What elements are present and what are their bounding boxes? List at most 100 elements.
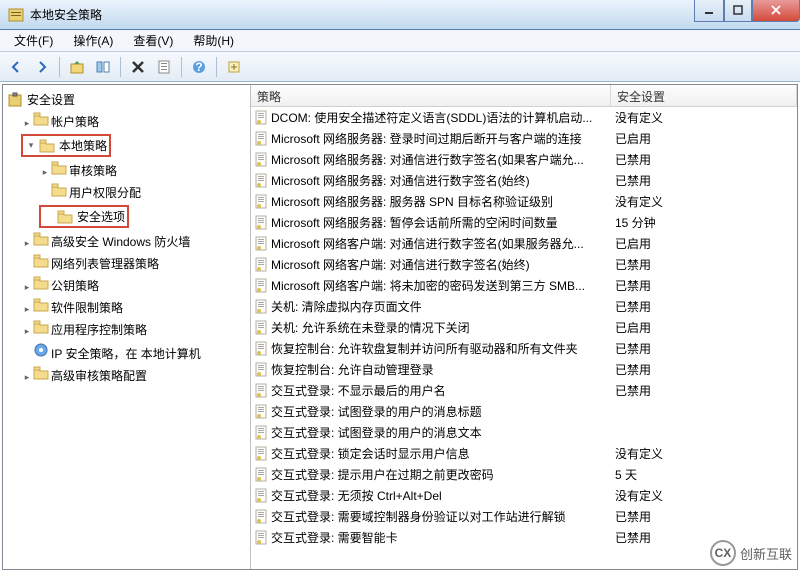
list-row[interactable]: 关机: 清除虚拟内存页面文件已禁用	[251, 296, 797, 317]
folder-icon	[33, 276, 49, 290]
policy-setting: 已启用	[611, 319, 797, 336]
tree-item[interactable]: 网络列表管理器策略	[3, 252, 250, 274]
tree-item[interactable]: ▸应用程序控制策略	[3, 318, 250, 340]
policy-name: 交互式登录: 需要智能卡	[271, 529, 611, 546]
app-icon	[8, 7, 24, 23]
expand-arrow-icon[interactable]: ▸	[21, 282, 33, 294]
toolbar-separator	[181, 57, 182, 77]
policy-setting: 没有定义	[611, 487, 797, 504]
list-header: 策略 安全设置	[251, 85, 797, 107]
tree-item-label: 帐户策略	[51, 115, 99, 129]
expand-arrow-icon[interactable]: ▸	[21, 326, 33, 338]
menu-file[interactable]: 文件(F)	[4, 30, 63, 51]
tree-item[interactable]: ▾本地策略	[3, 132, 250, 159]
policy-icon	[251, 362, 271, 378]
policy-setting: 没有定义	[611, 445, 797, 462]
policy-icon	[251, 194, 271, 210]
list-row[interactable]: Microsoft 网络服务器: 服务器 SPN 目标名称验证级别没有定义	[251, 191, 797, 212]
expand-arrow-icon[interactable]: ▸	[21, 304, 33, 316]
list-row[interactable]: 交互式登录: 无须按 Ctrl+Alt+Del没有定义	[251, 485, 797, 506]
export-button[interactable]	[222, 55, 246, 79]
ip-policy-icon	[33, 342, 49, 356]
policy-setting: 已禁用	[611, 382, 797, 399]
back-button[interactable]	[4, 55, 28, 79]
list-row[interactable]: Microsoft 网络服务器: 登录时间过期后断开与客户端的连接已启用	[251, 128, 797, 149]
tree-item[interactable]: ▸ 高级安全 Windows 防火墙	[3, 230, 250, 252]
forward-button[interactable]	[30, 55, 54, 79]
expand-arrow-icon[interactable]: ▾	[25, 140, 37, 152]
list-row[interactable]: 交互式登录: 试图登录的用户的消息文本	[251, 422, 797, 443]
menu-action[interactable]: 操作(A)	[63, 30, 123, 51]
expand-arrow-icon[interactable]: ▸	[21, 118, 33, 130]
policy-icon	[251, 383, 271, 399]
tree-item[interactable]: 安全选项	[3, 203, 250, 230]
menu-view[interactable]: 查看(V)	[123, 30, 183, 51]
tree-item-label: 高级安全 Windows 防火墙	[51, 235, 190, 249]
folder-icon	[33, 112, 49, 126]
column-header-setting[interactable]: 安全设置	[611, 85, 797, 106]
menu-help[interactable]: 帮助(H)	[183, 30, 244, 51]
policy-setting: 已禁用	[611, 361, 797, 378]
folder-icon	[51, 183, 67, 197]
expand-arrow-icon[interactable]: ▸	[21, 238, 33, 250]
tree-item[interactable]: ▸公钥策略	[3, 274, 250, 296]
help-button[interactable]: ?	[187, 55, 211, 79]
tree-panel[interactable]: 安全设置 ▸ 帐户策略 ▾本地策略▸审核策略用户权限分配安全选项 ▸ 高级安全 Wind…	[3, 85, 251, 569]
policy-icon	[251, 341, 271, 357]
list-row[interactable]: 交互式登录: 不显示最后的用户名已禁用	[251, 380, 797, 401]
security-settings-icon	[7, 92, 23, 108]
policy-icon	[251, 131, 271, 147]
policy-setting: 没有定义	[611, 193, 797, 210]
tree-item[interactable]: ▸审核策略	[3, 159, 250, 181]
list-row[interactable]: 交互式登录: 需要域控制器身份验证以对工作站进行解锁已禁用	[251, 506, 797, 527]
list-row[interactable]: 交互式登录: 试图登录的用户的消息标题	[251, 401, 797, 422]
policy-setting: 已禁用	[611, 298, 797, 315]
list-row[interactable]: Microsoft 网络服务器: 对通信进行数字签名(如果客户端允...已禁用	[251, 149, 797, 170]
list-row[interactable]: Microsoft 网络客户端: 对通信进行数字签名(如果服务器允...已启用	[251, 233, 797, 254]
list-body[interactable]: DCOM: 使用安全描述符定义语言(SDDL)语法的计算机启动...没有定义Mi…	[251, 107, 797, 569]
maximize-button[interactable]	[724, 0, 752, 22]
policy-name: 关机: 清除虚拟内存页面文件	[271, 298, 611, 315]
tree-root-label: 安全设置	[27, 91, 75, 108]
column-header-policy[interactable]: 策略	[251, 85, 611, 106]
minimize-button[interactable]	[694, 0, 724, 22]
list-row[interactable]: 关机: 允许系统在未登录的情况下关闭已启用	[251, 317, 797, 338]
list-row[interactable]: DCOM: 使用安全描述符定义语言(SDDL)语法的计算机启动...没有定义	[251, 107, 797, 128]
tree-root[interactable]: 安全设置	[3, 89, 250, 110]
policy-name: 交互式登录: 无须按 Ctrl+Alt+Del	[271, 487, 611, 504]
policy-name: 恢复控制台: 允许自动管理登录	[271, 361, 611, 378]
list-row[interactable]: 恢复控制台: 允许软盘复制并访问所有驱动器和所有文件夹已禁用	[251, 338, 797, 359]
toolbar-separator	[120, 57, 121, 77]
list-row[interactable]: Microsoft 网络客户端: 将未加密的密码发送到第三方 SMB...已禁用	[251, 275, 797, 296]
policy-icon	[251, 257, 271, 273]
watermark-text: 创新互联	[740, 544, 792, 563]
expand-arrow-icon	[39, 185, 51, 197]
tree-item[interactable]: ▸高级审核策略配置	[3, 364, 250, 386]
list-panel: 策略 安全设置 DCOM: 使用安全描述符定义语言(SDDL)语法的计算机启动.…	[251, 85, 797, 569]
expand-arrow-icon[interactable]: ▸	[21, 372, 33, 384]
delete-button[interactable]	[126, 55, 150, 79]
list-row[interactable]: 交互式登录: 提示用户在过期之前更改密码5 天	[251, 464, 797, 485]
list-row[interactable]: 交互式登录: 锁定会话时显示用户信息没有定义	[251, 443, 797, 464]
properties-button[interactable]	[152, 55, 176, 79]
tree-item[interactable]: IP 安全策略，在 本地计算机	[3, 340, 250, 364]
tree-item[interactable]: ▸ 帐户策略	[3, 110, 250, 132]
list-row[interactable]: Microsoft 网络服务器: 对通信进行数字签名(始终)已禁用	[251, 170, 797, 191]
tree-item[interactable]: 用户权限分配	[3, 181, 250, 203]
list-row[interactable]: 恢复控制台: 允许自动管理登录已禁用	[251, 359, 797, 380]
watermark: CX 创新互联	[710, 540, 792, 566]
tree-item[interactable]: ▸软件限制策略	[3, 296, 250, 318]
policy-icon	[251, 488, 271, 504]
policy-setting: 5 天	[611, 466, 797, 483]
policy-icon	[251, 530, 271, 546]
policy-name: 交互式登录: 试图登录的用户的消息文本	[271, 424, 611, 441]
expand-arrow-icon[interactable]: ▸	[39, 167, 51, 179]
window-title: 本地安全策略	[30, 6, 694, 23]
close-button[interactable]	[752, 0, 800, 22]
list-row[interactable]: Microsoft 网络服务器: 暂停会话前所需的空闲时间数量15 分钟	[251, 212, 797, 233]
up-button[interactable]	[65, 55, 89, 79]
list-row[interactable]: Microsoft 网络客户端: 对通信进行数字签名(始终)已禁用	[251, 254, 797, 275]
policy-icon	[251, 236, 271, 252]
show-hide-button[interactable]	[91, 55, 115, 79]
policy-icon	[251, 299, 271, 315]
